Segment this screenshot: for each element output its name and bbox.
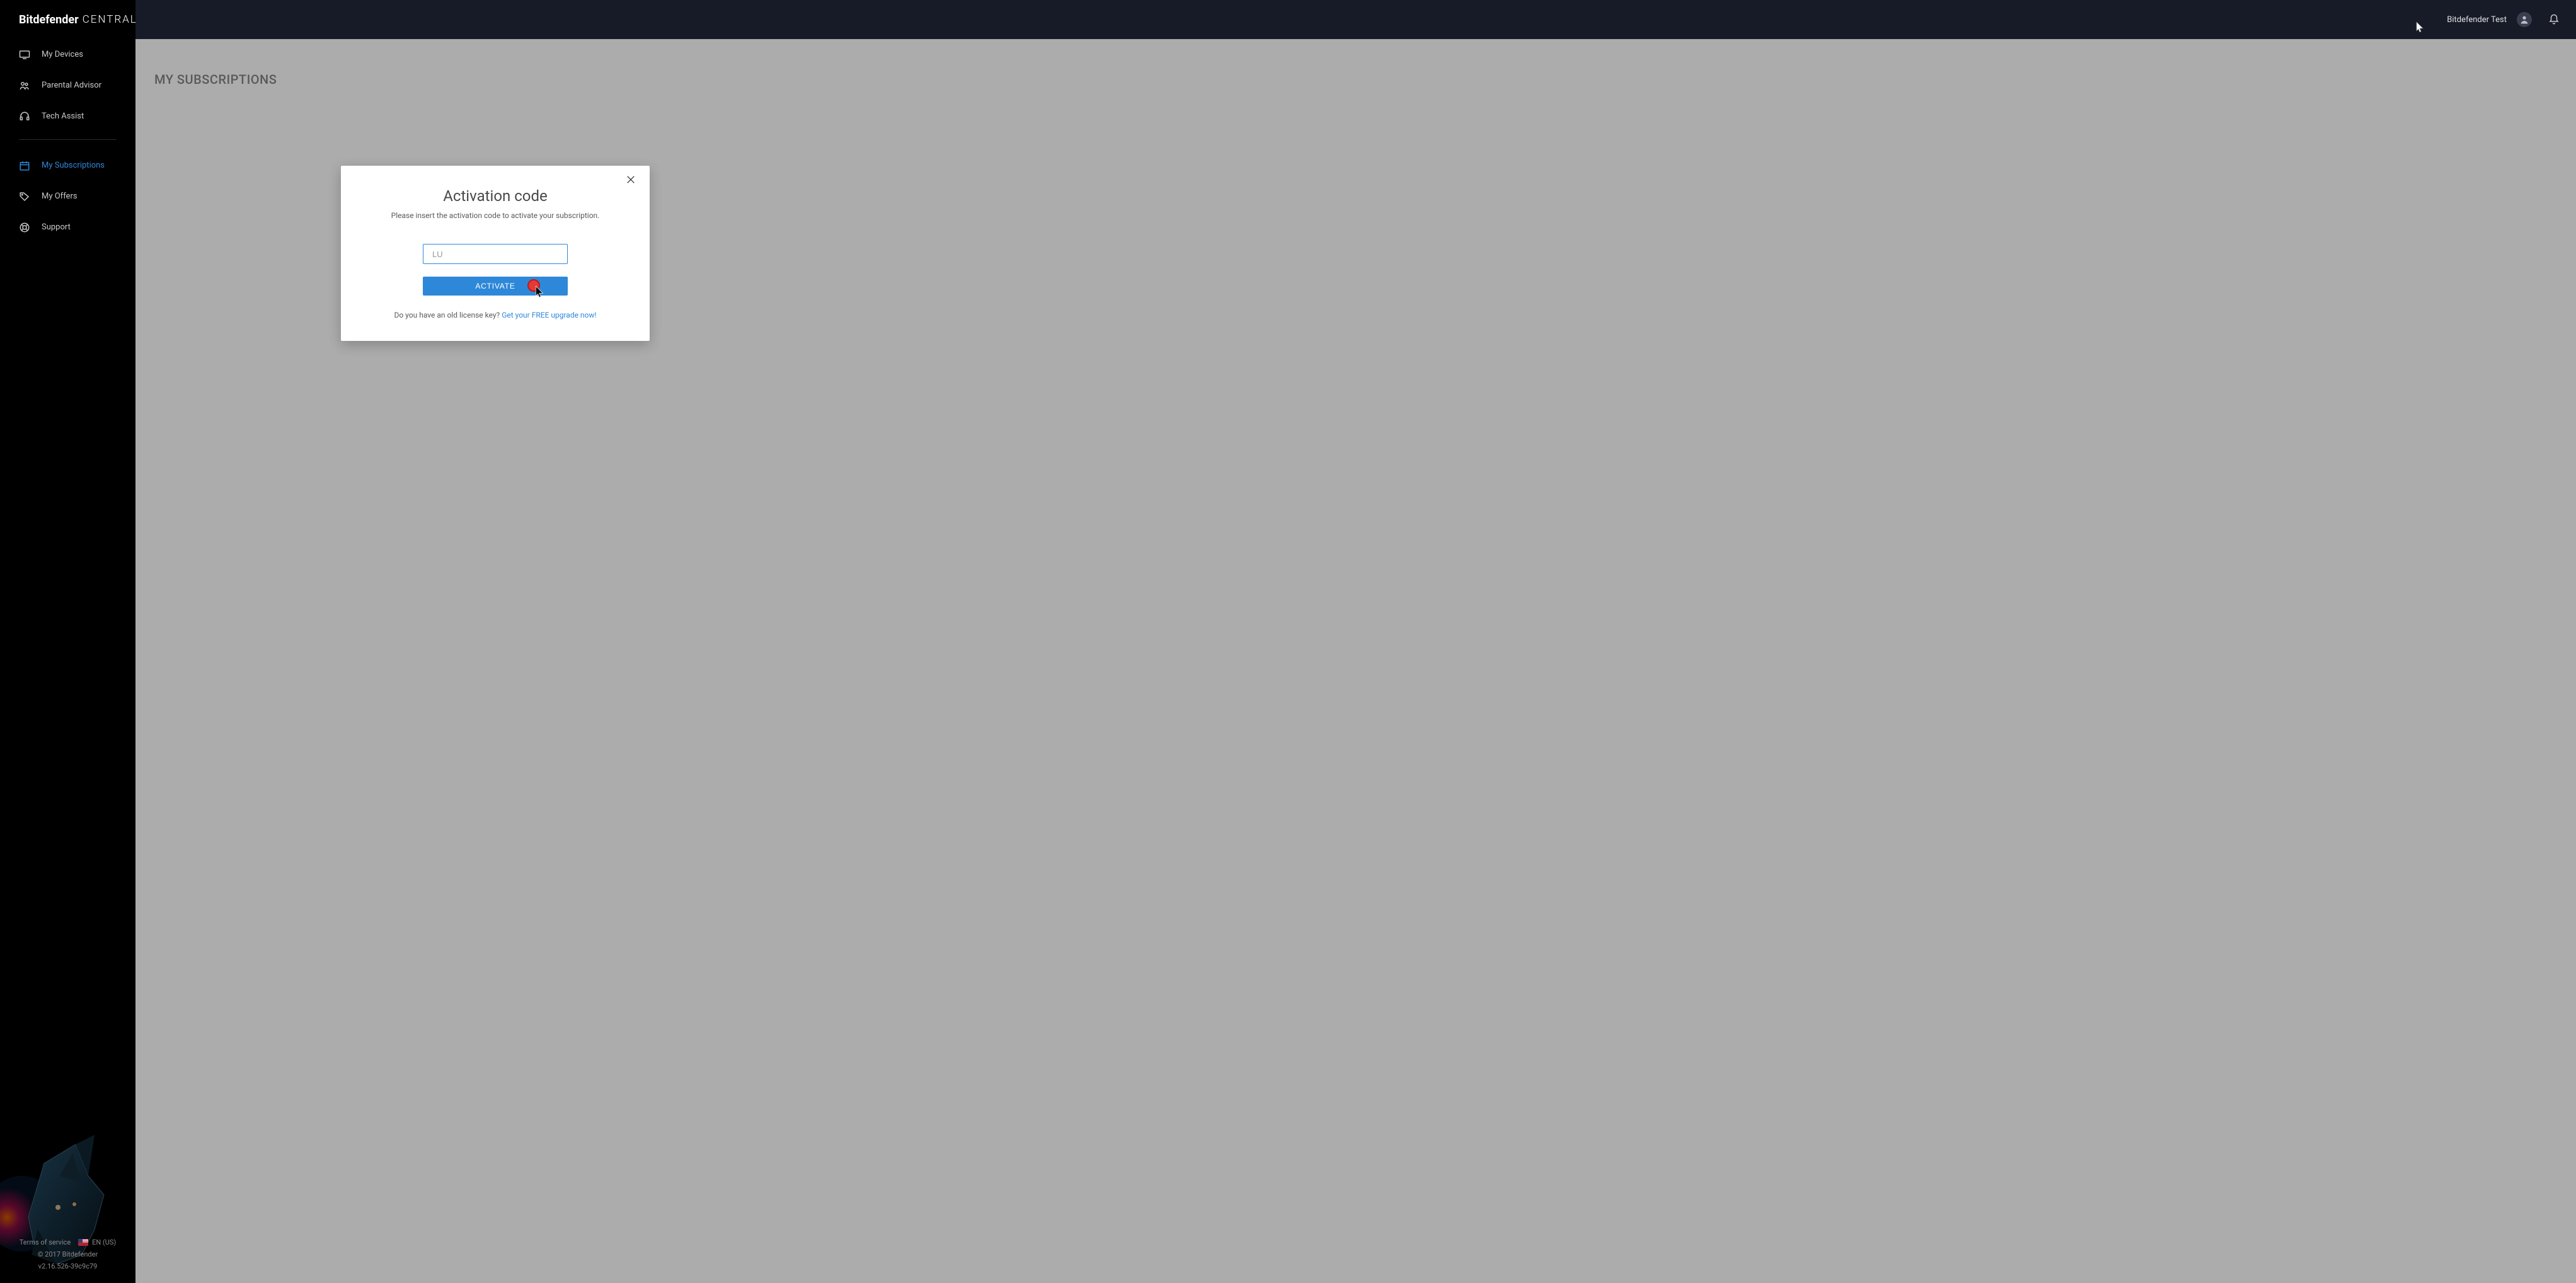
sidebar-item-label: My Devices [42,50,83,59]
page-title: MY SUBSCRIPTIONS [154,72,2557,87]
sidebar-item-my-subscriptions[interactable]: My Subscriptions [0,150,135,181]
sidebar-item-label: Parental Advisor [42,81,101,90]
version-text: v2.16.526-39c9c79 [38,1262,98,1270]
copyright-text: © 2017 Bitdefender [38,1250,98,1258]
headset-icon [19,111,30,122]
sidebar-item-tech-assist[interactable]: Tech Assist [0,101,135,132]
flag-us-icon [78,1239,88,1246]
sidebar-item-label: My Offers [42,192,78,201]
activation-code-modal: Activation code Please insert the activa… [341,166,650,341]
main-column: Bitdefender Test MY SUBSCRIPTIONS Activa… [135,0,2576,1283]
sidebar-item-parental-advisor[interactable]: Parental Advisor [0,70,135,101]
sidebar-item-label: My Subscriptions [42,161,105,170]
topbar: Bitdefender Test [135,0,2576,39]
people-icon [19,80,30,91]
sidebar-item-my-offers[interactable]: My Offers [0,181,135,212]
tag-icon [19,191,30,202]
modal-footer-question: Do you have an old license key? [394,311,502,319]
modal-subtitle: Please insert the activation code to act… [359,211,632,220]
monitor-icon [19,49,30,60]
modal-footer: Do you have an old license key? Get your… [359,311,632,319]
close-icon [626,175,636,185]
avatar[interactable] [2517,12,2532,27]
sidebar-footer: Terms of service EN (US) © 2017 Bitdefen… [0,1234,135,1283]
cursor-icon [535,285,545,298]
terms-of-service-link[interactable]: Terms of service [20,1238,71,1246]
brand-logo[interactable]: Bitdefender CENTRAL [0,0,135,39]
modal-title: Activation code [359,187,632,205]
sidebar-item-label: Tech Assist [42,112,84,121]
brand-name-light: CENTRAL [83,13,137,26]
language-selector[interactable]: EN (US) [92,1238,116,1246]
content-area: MY SUBSCRIPTIONS Activation code Please … [135,39,2576,1283]
sidebar-item-my-devices[interactable]: My Devices [0,39,135,70]
modal-close-button[interactable] [626,175,640,188]
activate-button[interactable]: ACTIVATE [423,277,568,296]
activation-code-input[interactable] [423,244,568,264]
bell-icon [2548,14,2560,25]
calendar-icon [19,160,30,171]
user-icon [2519,14,2529,25]
nav-group-secondary: My Subscriptions My Offers Support [0,150,135,243]
brand-name-strong: Bitdefender [19,13,79,26]
activate-button-label: ACTIVATE [475,282,515,291]
cursor-icon [2416,21,2425,33]
sidebar-item-label: Support [42,222,71,232]
lifebuoy-icon [19,222,30,233]
sidebar-item-support[interactable]: Support [0,212,135,243]
notifications-button[interactable] [2548,14,2560,25]
user-name-label[interactable]: Bitdefender Test [2447,15,2507,25]
sidebar: Bitdefender CENTRAL My Devices Parental … [0,0,135,1283]
upgrade-link[interactable]: Get your FREE upgrade now! [502,311,596,319]
nav-group-primary: My Devices Parental Advisor Tech Assist [0,39,135,132]
nav-divider [19,139,117,140]
